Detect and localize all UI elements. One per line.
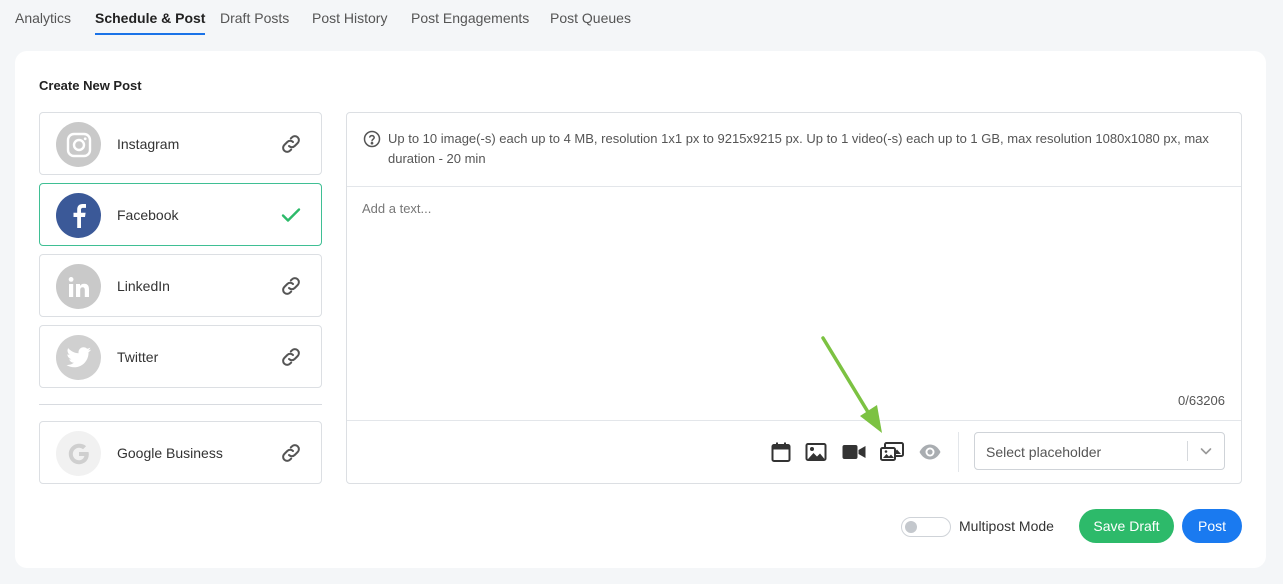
- tab-post-engagements[interactable]: Post Engagements: [411, 9, 529, 35]
- tab-analytics[interactable]: Analytics: [15, 9, 71, 35]
- media-limits-info: Up to 10 image(-s) each up to 4 MB, reso…: [347, 113, 1241, 187]
- chevron-down-icon: [1198, 443, 1214, 459]
- checkmark-icon: [279, 203, 303, 227]
- video-icon[interactable]: [841, 440, 866, 464]
- toolbar-separator: [958, 432, 959, 472]
- page-title: Create New Post: [39, 78, 142, 93]
- gallery-icon[interactable]: [879, 440, 904, 464]
- tab-post-queues[interactable]: Post Queues: [550, 9, 631, 35]
- link-icon[interactable]: [279, 274, 303, 298]
- character-counter: 0/63206: [1178, 393, 1225, 408]
- toggle-knob: [905, 521, 917, 533]
- accounts-divider: [39, 404, 322, 405]
- help-circle-icon[interactable]: [363, 130, 381, 148]
- select-placeholder-text: Select placeholder: [986, 444, 1102, 460]
- account-google-business[interactable]: Google Business: [39, 421, 322, 484]
- twitter-icon: [56, 335, 101, 380]
- post-editor: Up to 10 image(-s) each up to 4 MB, reso…: [346, 112, 1242, 484]
- account-linkedin[interactable]: LinkedIn: [39, 254, 322, 317]
- select-separator: [1187, 441, 1188, 461]
- post-text-input[interactable]: [347, 188, 1241, 420]
- editor-toolbar: Select placeholder: [347, 420, 1241, 483]
- link-icon[interactable]: [279, 345, 303, 369]
- top-tabs: Analytics Schedule & Post Draft Posts Po…: [0, 0, 1283, 40]
- facebook-icon: [56, 193, 101, 238]
- link-icon[interactable]: [279, 441, 303, 465]
- media-limits-text: Up to 10 image(-s) each up to 4 MB, reso…: [388, 131, 1209, 166]
- account-name: Twitter: [117, 349, 159, 365]
- placeholder-select[interactable]: Select placeholder: [974, 432, 1225, 470]
- link-icon[interactable]: [279, 132, 303, 156]
- multipost-label: Multipost Mode: [959, 518, 1054, 534]
- multipost-toggle[interactable]: [901, 517, 951, 537]
- google-icon: [56, 431, 101, 476]
- save-draft-button[interactable]: Save Draft: [1079, 509, 1174, 543]
- tab-draft-posts[interactable]: Draft Posts: [220, 9, 289, 35]
- account-name: Google Business: [117, 445, 223, 461]
- tab-schedule-post[interactable]: Schedule & Post: [95, 9, 206, 35]
- tab-post-history[interactable]: Post History: [312, 9, 387, 35]
- account-instagram[interactable]: Instagram: [39, 112, 322, 175]
- instagram-icon: [56, 122, 101, 167]
- create-post-card: Create New Post Instagram Facebook Linke…: [15, 51, 1266, 568]
- linkedin-icon: [56, 264, 101, 309]
- account-facebook[interactable]: Facebook: [39, 183, 322, 246]
- post-button[interactable]: Post: [1182, 509, 1242, 543]
- account-twitter[interactable]: Twitter: [39, 325, 322, 388]
- image-icon[interactable]: [804, 440, 828, 464]
- preview-eye-icon[interactable]: [918, 440, 942, 464]
- account-name: Facebook: [117, 207, 179, 223]
- account-name: Instagram: [117, 136, 180, 152]
- calendar-icon[interactable]: [769, 440, 793, 464]
- account-name: LinkedIn: [117, 278, 170, 294]
